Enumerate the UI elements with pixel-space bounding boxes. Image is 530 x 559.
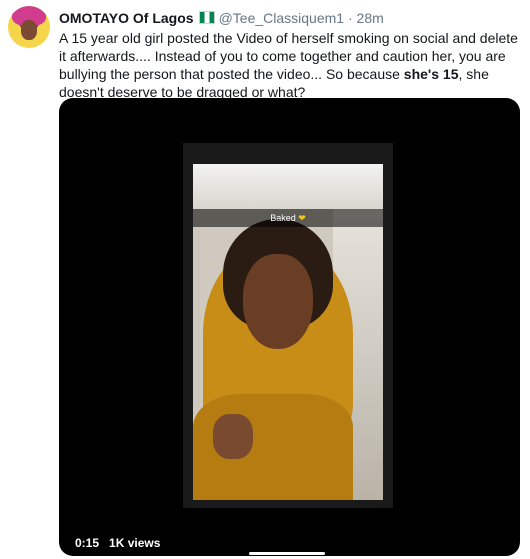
- heart-emoji-icon: ❤: [298, 213, 306, 223]
- tweet-timestamp[interactable]: 28m: [357, 10, 384, 26]
- snap-caption-bar: Baked ❤: [193, 209, 383, 227]
- tweet-text: A 15 year old girl posted the Video of h…: [59, 29, 521, 101]
- author-handle[interactable]: @Tee_Classiquem1: [219, 10, 345, 26]
- video-player[interactable]: Baked ❤ 0:15 1K views: [59, 98, 520, 556]
- nigeria-flag-icon: [198, 11, 215, 24]
- person-face: [243, 254, 313, 349]
- video-frame: Baked ❤: [193, 164, 383, 500]
- hand: [213, 414, 253, 459]
- elapsed-time: 0:15: [75, 536, 100, 550]
- video-controls: 0:15 1K views: [75, 536, 160, 550]
- view-count: 1K views: [109, 536, 161, 550]
- ceiling: [193, 164, 383, 209]
- snap-caption: Baked: [270, 213, 296, 223]
- avatar-face: [21, 20, 37, 40]
- tweet-header: OMOTAYO Of Lagos @Tee_Classiquem1 · 28m: [59, 9, 384, 27]
- avatar[interactable]: [8, 6, 50, 48]
- video-progress-bar[interactable]: [249, 552, 325, 555]
- author-name[interactable]: OMOTAYO Of Lagos: [59, 10, 194, 26]
- tweet-text-bold: she's 15: [403, 66, 459, 82]
- meta-separator: ·: [347, 10, 353, 26]
